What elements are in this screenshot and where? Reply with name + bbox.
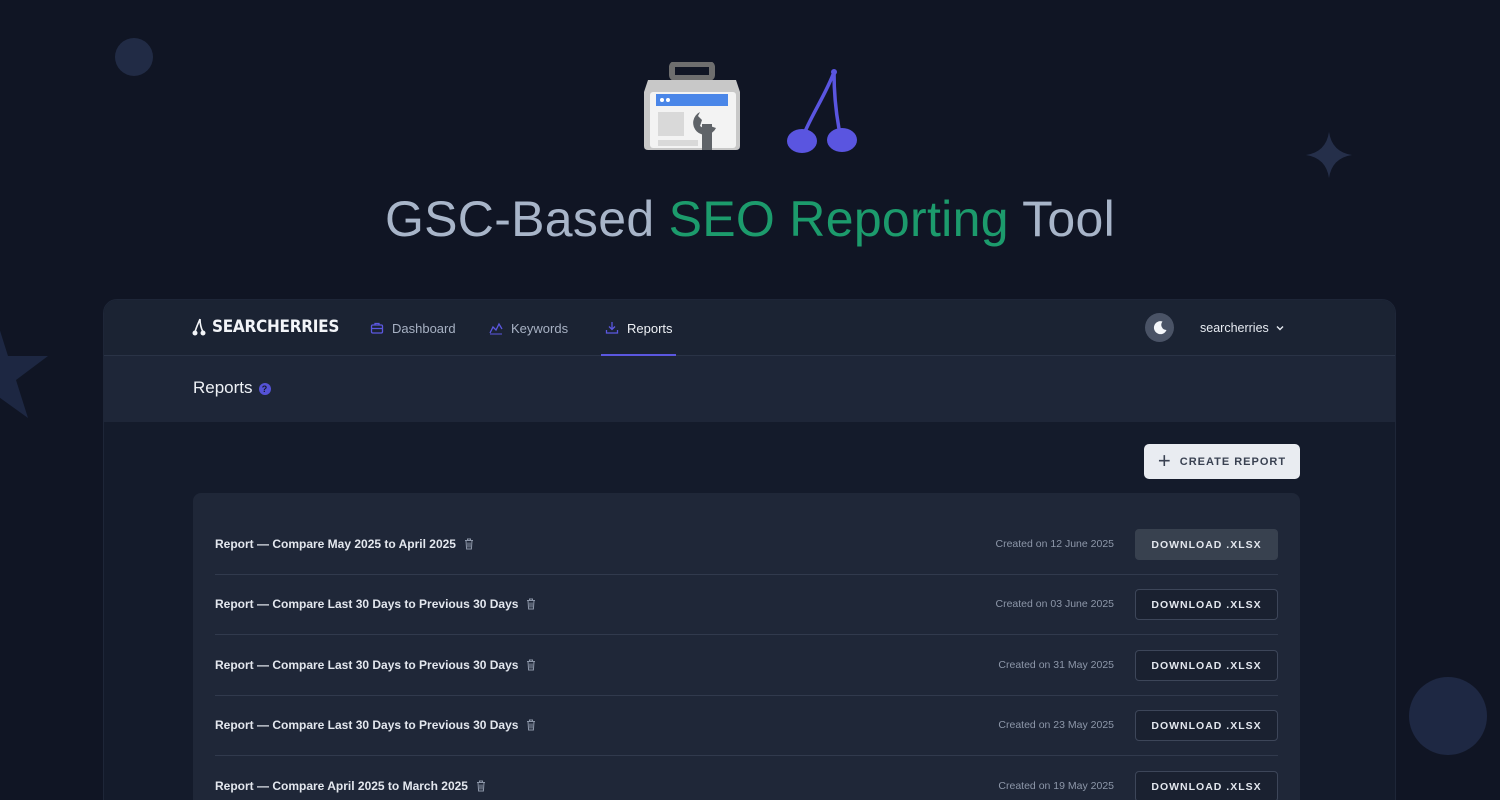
app-window: SEARCHERRIES Dashboard Keywords Reports … [103,299,1396,800]
hero-title-part: GSC-Based [384,191,669,247]
report-name: Report — Compare April 2025 to March 202… [215,779,486,793]
hero-title-part: Tool [1008,191,1116,247]
nav-label: Keywords [511,320,569,336]
trash-icon[interactable] [476,780,486,792]
report-date: Created on 03 June 2025 [995,598,1114,610]
report-name: Report — Compare Last 30 Days to Previou… [215,597,536,611]
decorative-star-icon [0,330,48,418]
report-date: Created on 12 June 2025 [995,538,1114,550]
plus-icon: + [1157,447,1172,473]
chevron-down-icon [1276,326,1284,331]
report-date: Created on 23 May 2025 [998,719,1114,731]
report-name: Report — Compare Last 30 Days to Previou… [215,658,536,672]
top-navbar: SEARCHERRIES Dashboard Keywords Reports … [104,300,1395,356]
report-row: Report — Compare April 2025 to March 202… [215,757,1278,800]
nav-item-keywords[interactable]: Keywords [489,300,568,356]
page-title-text: Reports [193,378,253,397]
page-title: Reports ? [193,378,271,398]
trash-icon[interactable] [464,538,474,550]
create-report-label: CREATE REPORT [1179,455,1287,468]
user-name: searcherries [1200,321,1269,335]
hero-title: GSC-Based SEO Reporting Tool [0,190,1500,248]
report-title: Report — Compare Last 30 Days to Previou… [215,658,519,672]
hero-title-accent: SEO Reporting [668,191,1009,247]
report-title: Report — Compare May 2025 to April 2025 [215,537,456,551]
download-tray-icon [605,322,619,334]
report-name: Report — Compare May 2025 to April 2025 [215,537,474,551]
trash-icon[interactable] [526,659,536,671]
nav-item-dashboard[interactable]: Dashboard [370,300,456,356]
brand-name: SEARCHERRIES [212,317,340,337]
report-title: Report — Compare Last 30 Days to Previou… [215,597,519,611]
page-header: Reports ? [104,356,1395,422]
create-report-button[interactable]: + CREATE REPORT [1144,444,1300,479]
trend-chart-icon [489,322,503,335]
report-row: Report — Compare Last 30 Days to Previou… [215,575,1278,635]
promo-stage: GSC-Based SEO Reporting Tool SEARCHERRIE… [0,0,1500,800]
cherry-icon [192,318,206,336]
download-xlsx-button[interactable]: DOWNLOAD .XLSX [1135,529,1278,560]
decorative-circle [1409,677,1487,755]
hero-logos [0,62,1500,158]
download-xlsx-button[interactable]: DOWNLOAD .XLSX [1135,771,1278,800]
theme-toggle-button[interactable] [1145,313,1174,342]
download-xlsx-button[interactable]: DOWNLOAD .XLSX [1135,650,1278,681]
trash-icon[interactable] [526,598,536,610]
report-name: Report — Compare Last 30 Days to Previou… [215,718,536,732]
download-xlsx-button[interactable]: DOWNLOAD .XLSX [1135,589,1278,620]
cherry-logo-icon [787,69,857,153]
report-row: Report — Compare Last 30 Days to Previou… [215,636,1278,696]
moon-icon [1153,320,1166,334]
report-date: Created on 19 May 2025 [998,780,1114,792]
report-row: Report — Compare May 2025 to April 2025 … [215,515,1278,575]
trash-icon[interactable] [526,719,536,731]
nav-label: Dashboard [392,320,456,336]
brand-logo[interactable]: SEARCHERRIES [192,317,353,337]
nav-label: Reports [627,320,673,336]
search-console-toolbox-icon [644,62,740,150]
briefcase-icon [370,322,384,334]
report-list: Report — Compare May 2025 to April 2025 … [193,493,1300,800]
report-date: Created on 31 May 2025 [998,659,1114,671]
report-row: Report — Compare Last 30 Days to Previou… [215,696,1278,756]
user-menu[interactable]: searcherries [1200,300,1285,356]
help-icon[interactable]: ? [258,383,271,395]
download-xlsx-button[interactable]: DOWNLOAD .XLSX [1135,710,1278,741]
nav-item-reports[interactable]: Reports [605,300,673,356]
report-title: Report — Compare Last 30 Days to Previou… [215,718,519,732]
report-title: Report — Compare April 2025 to March 202… [215,779,468,793]
